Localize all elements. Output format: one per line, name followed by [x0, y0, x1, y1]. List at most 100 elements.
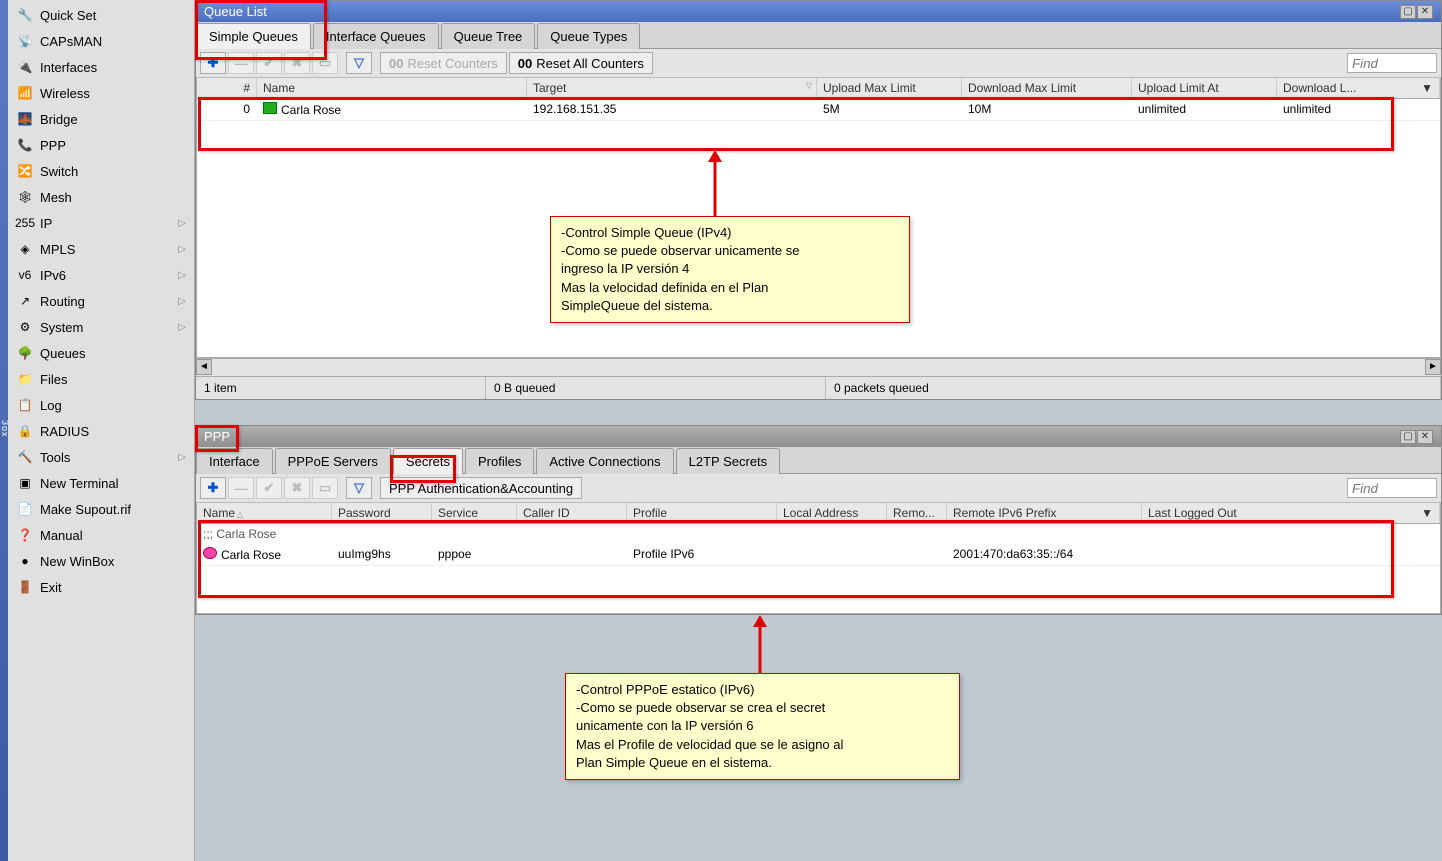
- col-dllim[interactable]: Download L...▼: [1277, 78, 1440, 98]
- remove-button[interactable]: —: [228, 477, 254, 499]
- sidebar-item-switch[interactable]: 🔀Switch: [8, 158, 194, 184]
- filter-button[interactable]: ▽: [346, 52, 372, 74]
- close-button[interactable]: ✕: [1417, 430, 1433, 444]
- menu-icon: 🔒: [16, 423, 34, 439]
- ppp-window: PPP ▢ ✕ InterfacePPPoE ServersSecretsPro…: [195, 425, 1442, 615]
- sidebar-item-interfaces[interactable]: 🔌Interfaces: [8, 54, 194, 80]
- ppp-find-input[interactable]: [1347, 478, 1437, 498]
- sidebar-item-system[interactable]: ⚙System▷: [8, 314, 194, 340]
- sidebar-item-label: System: [40, 320, 83, 335]
- col-num[interactable]: #: [197, 78, 257, 98]
- filter-button[interactable]: ▽: [346, 477, 372, 499]
- sidebar-item-ppp[interactable]: 📞PPP: [8, 132, 194, 158]
- tab-interface[interactable]: Interface: [196, 448, 273, 474]
- col-upmax[interactable]: Upload Max Limit: [817, 78, 962, 98]
- sidebar-item-capsman[interactable]: 📡CAPsMAN: [8, 28, 194, 54]
- col-logged[interactable]: Last Logged Out▼: [1142, 503, 1440, 523]
- sidebar-item-ip[interactable]: 255IP▷: [8, 210, 194, 236]
- ppp-tabs: InterfacePPPoE ServersSecretsProfilesAct…: [196, 447, 1441, 474]
- menu-icon: 📡: [16, 33, 34, 49]
- ppp-row[interactable]: Carla Rose uuImg9hs pppoe Profile IPv6 2…: [197, 544, 1440, 566]
- annotation-ppp: -Control PPPoE estatico (IPv6) -Como se …: [565, 673, 960, 780]
- col-caller[interactable]: Caller ID: [517, 503, 627, 523]
- disable-button[interactable]: ✖: [284, 52, 310, 74]
- add-button[interactable]: ✚: [200, 477, 226, 499]
- sidebar-item-radius[interactable]: 🔒RADIUS: [8, 418, 194, 444]
- sidebar-item-wireless[interactable]: 📶Wireless: [8, 80, 194, 106]
- ppp-auth-button[interactable]: PPP Authentication&Accounting: [380, 477, 582, 499]
- tab-l2tp-secrets[interactable]: L2TP Secrets: [676, 448, 781, 474]
- ppp-comment-row: ;;; Carla Rose: [197, 524, 1440, 544]
- scroll-right-button[interactable]: ►: [1425, 359, 1441, 375]
- content-area: Queue List ▢ ✕ Simple QueuesInterface Qu…: [195, 0, 1442, 861]
- sidebar-item-label: Tools: [40, 450, 70, 465]
- col-uplimat[interactable]: Upload Limit At: [1132, 78, 1277, 98]
- sidebar-item-mesh[interactable]: 🕸Mesh: [8, 184, 194, 210]
- sidebar-item-queues[interactable]: 🌳 Queues: [8, 340, 194, 366]
- menu-icon: 🔧: [16, 7, 34, 23]
- sidebar-item-exit[interactable]: 🚪Exit: [8, 574, 194, 600]
- sidebar-item-manual[interactable]: ❓Manual: [8, 522, 194, 548]
- menu-icon: 🌳: [16, 345, 34, 361]
- queue-find-input[interactable]: [1347, 53, 1437, 73]
- disable-button[interactable]: ✖: [284, 477, 310, 499]
- sidebar-item-label: New Terminal: [40, 476, 119, 491]
- submenu-arrow-icon: ▷: [178, 296, 186, 307]
- remove-button[interactable]: —: [228, 52, 254, 74]
- sidebar-item-label: Make Supout.rif: [40, 502, 131, 517]
- tab-active-connections[interactable]: Active Connections: [536, 448, 673, 474]
- queue-item-icon: [263, 102, 277, 114]
- minimize-button[interactable]: ▢: [1400, 5, 1416, 19]
- queue-row[interactable]: 0 Carla Rose 192.168.151.35 5M 10M unlim…: [197, 99, 1440, 121]
- sidebar-item-routing[interactable]: ↗Routing▷: [8, 288, 194, 314]
- sidebar-item-label: Queues: [40, 346, 86, 361]
- enable-button[interactable]: ✔: [256, 477, 282, 499]
- tab-secrets[interactable]: Secrets: [393, 448, 463, 474]
- comment-button[interactable]: ▭: [312, 52, 338, 74]
- tab-profiles[interactable]: Profiles: [465, 448, 534, 474]
- tab-interface-queues[interactable]: Interface Queues: [313, 23, 439, 49]
- comment-button[interactable]: ▭: [312, 477, 338, 499]
- col-name[interactable]: Name△: [197, 503, 332, 523]
- status-packets: 0 packets queued: [826, 377, 1441, 399]
- minimize-button[interactable]: ▢: [1400, 430, 1416, 444]
- col-local[interactable]: Local Address: [777, 503, 887, 523]
- tab-pppoe-servers[interactable]: PPPoE Servers: [275, 448, 391, 474]
- col-ipv6[interactable]: Remote IPv6 Prefix: [947, 503, 1142, 523]
- sidebar-item-files[interactable]: 📁Files: [8, 366, 194, 392]
- tab-queue-tree[interactable]: Queue Tree: [441, 23, 536, 49]
- close-button[interactable]: ✕: [1417, 5, 1433, 19]
- sidebar-item-new-terminal[interactable]: ▣New Terminal: [8, 470, 194, 496]
- sidebar-item-make-supout-rif[interactable]: 📄Make Supout.rif: [8, 496, 194, 522]
- enable-button[interactable]: ✔: [256, 52, 282, 74]
- menu-icon: 📞: [16, 137, 34, 153]
- add-button[interactable]: ✚: [200, 52, 226, 74]
- sidebar-item-label: New WinBox: [40, 554, 114, 569]
- tab-simple-queues[interactable]: Simple Queues: [196, 23, 311, 49]
- reset-counters-button[interactable]: 00Reset Counters: [380, 52, 507, 74]
- col-service[interactable]: Service: [432, 503, 517, 523]
- col-remo[interactable]: Remo...: [887, 503, 947, 523]
- reset-all-counters-button[interactable]: 00Reset All Counters: [509, 52, 653, 74]
- queue-hscroll[interactable]: ◄ ►: [196, 358, 1441, 376]
- sidebar-item-ipv6[interactable]: v6IPv6▷: [8, 262, 194, 288]
- col-dnmax[interactable]: Download Max Limit: [962, 78, 1132, 98]
- sidebar-item-quick-set[interactable]: 🔧Quick Set: [8, 2, 194, 28]
- col-name[interactable]: Name: [257, 78, 527, 98]
- sidebar: 🔧Quick Set📡CAPsMAN🔌Interfaces📶Wireless🌉B…: [8, 0, 195, 861]
- sidebar-item-new-winbox[interactable]: ●New WinBox: [8, 548, 194, 574]
- ppp-grid: Name△ Password Service Caller ID Profile…: [196, 503, 1441, 614]
- sidebar-item-mpls[interactable]: ◈MPLS▷: [8, 236, 194, 262]
- scroll-left-button[interactable]: ◄: [196, 359, 212, 375]
- sidebar-item-log[interactable]: 📋Log: [8, 392, 194, 418]
- col-target[interactable]: Target▽: [527, 78, 817, 98]
- sidebar-item-label: IPv6: [40, 268, 66, 283]
- sidebar-item-label: Interfaces: [40, 60, 97, 75]
- sidebar-item-bridge[interactable]: 🌉Bridge: [8, 106, 194, 132]
- tab-queue-types[interactable]: Queue Types: [537, 23, 640, 49]
- col-password[interactable]: Password: [332, 503, 432, 523]
- sidebar-item-tools[interactable]: 🔨Tools▷: [8, 444, 194, 470]
- col-profile[interactable]: Profile: [627, 503, 777, 523]
- ppp-window-titlebar[interactable]: PPP ▢ ✕: [196, 426, 1441, 447]
- queue-window-titlebar[interactable]: Queue List ▢ ✕: [196, 1, 1441, 22]
